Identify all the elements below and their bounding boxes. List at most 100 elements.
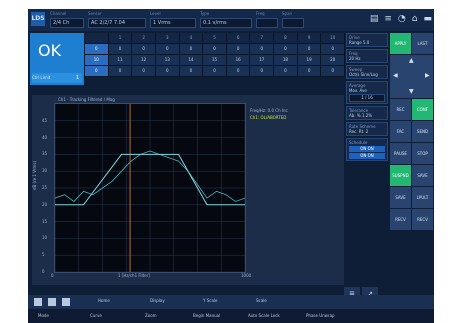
info-rate[interactable]: Rate Scheme Rec. Rt. 2	[346, 122, 388, 136]
save-button[interactable]: SAVE	[412, 165, 433, 186]
grid-cell[interactable]: 0	[179, 44, 204, 54]
arrow-pad[interactable]: ▲ ◀ ▶ ▼	[390, 55, 433, 98]
info-drive[interactable]: Drive Range 5.0	[346, 33, 388, 47]
grid-cell[interactable]: 0	[203, 44, 227, 54]
grid-cell[interactable]: 10	[321, 33, 346, 43]
arrow-up-icon[interactable]: ▲	[409, 58, 414, 64]
database-icon[interactable]: ≡	[384, 13, 392, 25]
header-field-type[interactable]: Type 0.1 v/rms	[200, 11, 252, 28]
header-field-freq[interactable]: Freq	[256, 11, 278, 28]
grid-cell[interactable]: 16	[226, 55, 251, 65]
grid-cell[interactable]: 0	[297, 66, 322, 76]
grid-cell[interactable]	[85, 33, 109, 43]
recv2-button[interactable]: RECV	[412, 209, 433, 230]
grid-cell[interactable]: 0	[108, 44, 133, 54]
grid-cell[interactable]: 0	[274, 66, 298, 76]
grid-cell[interactable]: 0	[226, 44, 251, 54]
grid-cell[interactable]: 0	[85, 66, 109, 76]
stop-button[interactable]: STOP	[412, 143, 433, 164]
grid-cell[interactable]: 0	[250, 44, 275, 54]
grid-cell[interactable]: 0	[179, 66, 204, 76]
softkey-phase-unwrap[interactable]: Phase Unwrap	[306, 313, 335, 318]
grid-cell[interactable]: 0	[132, 44, 156, 54]
save2-button[interactable]: SAVE	[390, 187, 411, 208]
menu-display[interactable]: Display	[150, 298, 165, 303]
home-icon[interactable]: ⌂	[412, 13, 418, 25]
grid-cell[interactable]: 0	[155, 44, 180, 54]
grid-cell[interactable]: 0	[321, 44, 346, 54]
grid-cell[interactable]: 0	[321, 66, 346, 76]
lpult-button[interactable]: LPULT	[412, 187, 433, 208]
softkey-autoscale-lock[interactable]: Auto Scale Lock	[248, 313, 280, 318]
header-value	[256, 18, 278, 28]
info-schedule[interactable]: Schedule ON ON ON ON	[346, 138, 388, 161]
grid-cell[interactable]: 11	[108, 55, 133, 65]
header-field-channel[interactable]: Channel 2/4 Ch	[50, 11, 84, 28]
recv-button[interactable]: RECV	[390, 209, 411, 230]
header-field-span[interactable]: Span	[282, 11, 304, 28]
grid-cell[interactable]: 0	[274, 44, 298, 54]
grid-cell[interactable]: 0	[108, 66, 133, 76]
apply-button[interactable]: APPLY	[390, 33, 411, 54]
grid-cell[interactable]: 0	[85, 44, 109, 54]
info-sweep[interactable]: Sweep Oct/s Sine/Log	[346, 65, 388, 79]
arrow-down-icon[interactable]: ▼	[409, 89, 414, 95]
y-tick-label: 0	[42, 269, 45, 274]
grid-cell[interactable]: 2	[132, 33, 156, 43]
grid-icon[interactable]	[48, 298, 56, 306]
grid-cell[interactable]: 4	[179, 33, 204, 43]
grid-cell[interactable]: 0	[132, 66, 156, 76]
menu-scale[interactable]: Scale	[256, 298, 267, 303]
rec-button[interactable]: REC	[390, 99, 411, 120]
grid-cell[interactable]: 0	[297, 44, 322, 54]
header-label: Level	[150, 11, 161, 16]
status-box[interactable]: OK Ctrl Limit 1	[30, 33, 84, 85]
info-toggle[interactable]: ON ON	[349, 146, 385, 152]
grid-cell[interactable]: 15	[203, 55, 227, 65]
pause-button[interactable]: PAUSE	[390, 143, 411, 164]
menu-yscale[interactable]: Y Scale	[203, 298, 217, 303]
grid-cell[interactable]: 6	[226, 33, 251, 43]
image-icon[interactable]	[62, 298, 70, 306]
grid-cell[interactable]: 9	[297, 33, 322, 43]
conf-button[interactable]: CONF	[412, 99, 433, 120]
grid-cell[interactable]: 19	[297, 55, 322, 65]
grid-cell[interactable]: 5	[203, 33, 227, 43]
arrow-left-icon[interactable]: ◀	[393, 73, 398, 79]
grid-cell[interactable]: 18	[274, 55, 298, 65]
info-toggle[interactable]: ON ON	[349, 153, 385, 159]
grid-cell[interactable]: 1	[108, 33, 133, 43]
send-button[interactable]: SEND	[412, 121, 433, 142]
last-button[interactable]: LAST	[412, 33, 433, 54]
softkey-curve[interactable]: Curve	[90, 313, 102, 318]
fac-button[interactable]: FAC	[390, 121, 411, 142]
grid-cell[interactable]: 0	[155, 66, 180, 76]
header-field-level[interactable]: Level 1 Vrms	[150, 11, 196, 28]
softkey-zoom[interactable]: Zoom	[145, 313, 157, 318]
grid-cell[interactable]: 12	[132, 55, 156, 65]
grid-cell[interactable]: 3	[155, 33, 180, 43]
grid-cell[interactable]: 20	[321, 55, 346, 65]
plot-area[interactable]	[54, 103, 246, 273]
info-freq[interactable]: Freq 20 Hz	[346, 49, 388, 63]
softkey-mode[interactable]: Mode	[38, 313, 49, 318]
grid-cell[interactable]: 0	[226, 66, 251, 76]
menu-home[interactable]: Home	[98, 298, 110, 303]
grid-cell[interactable]: 13	[155, 55, 180, 65]
lock-icon[interactable]	[34, 298, 42, 306]
info-average[interactable]: Average Mov. Ave 1 / 16	[346, 81, 388, 104]
grid-cell[interactable]: 17	[250, 55, 275, 65]
grid-cell[interactable]: 14	[179, 55, 204, 65]
header-field-sensor[interactable]: Sensor AC 2/2/7 7.04	[88, 11, 146, 28]
grid-cell[interactable]: 8	[274, 33, 298, 43]
info-tolerance[interactable]: Tolerance Ab. % 1.2%	[346, 106, 388, 120]
document-icon[interactable]: ▤	[370, 13, 379, 25]
grid-cell[interactable]: 7	[250, 33, 275, 43]
grid-cell[interactable]: 10	[85, 55, 109, 65]
grid-cell[interactable]: 0	[203, 66, 227, 76]
arrow-right-icon[interactable]: ▶	[425, 73, 430, 79]
suspend-button[interactable]: SUSPND	[390, 165, 411, 186]
grid-cell[interactable]: 0	[250, 66, 275, 76]
softkey-begin-manual[interactable]: Begin Manual	[193, 313, 220, 318]
x-axis-label: 1 [Hz/ch1 Filter]	[118, 273, 150, 278]
